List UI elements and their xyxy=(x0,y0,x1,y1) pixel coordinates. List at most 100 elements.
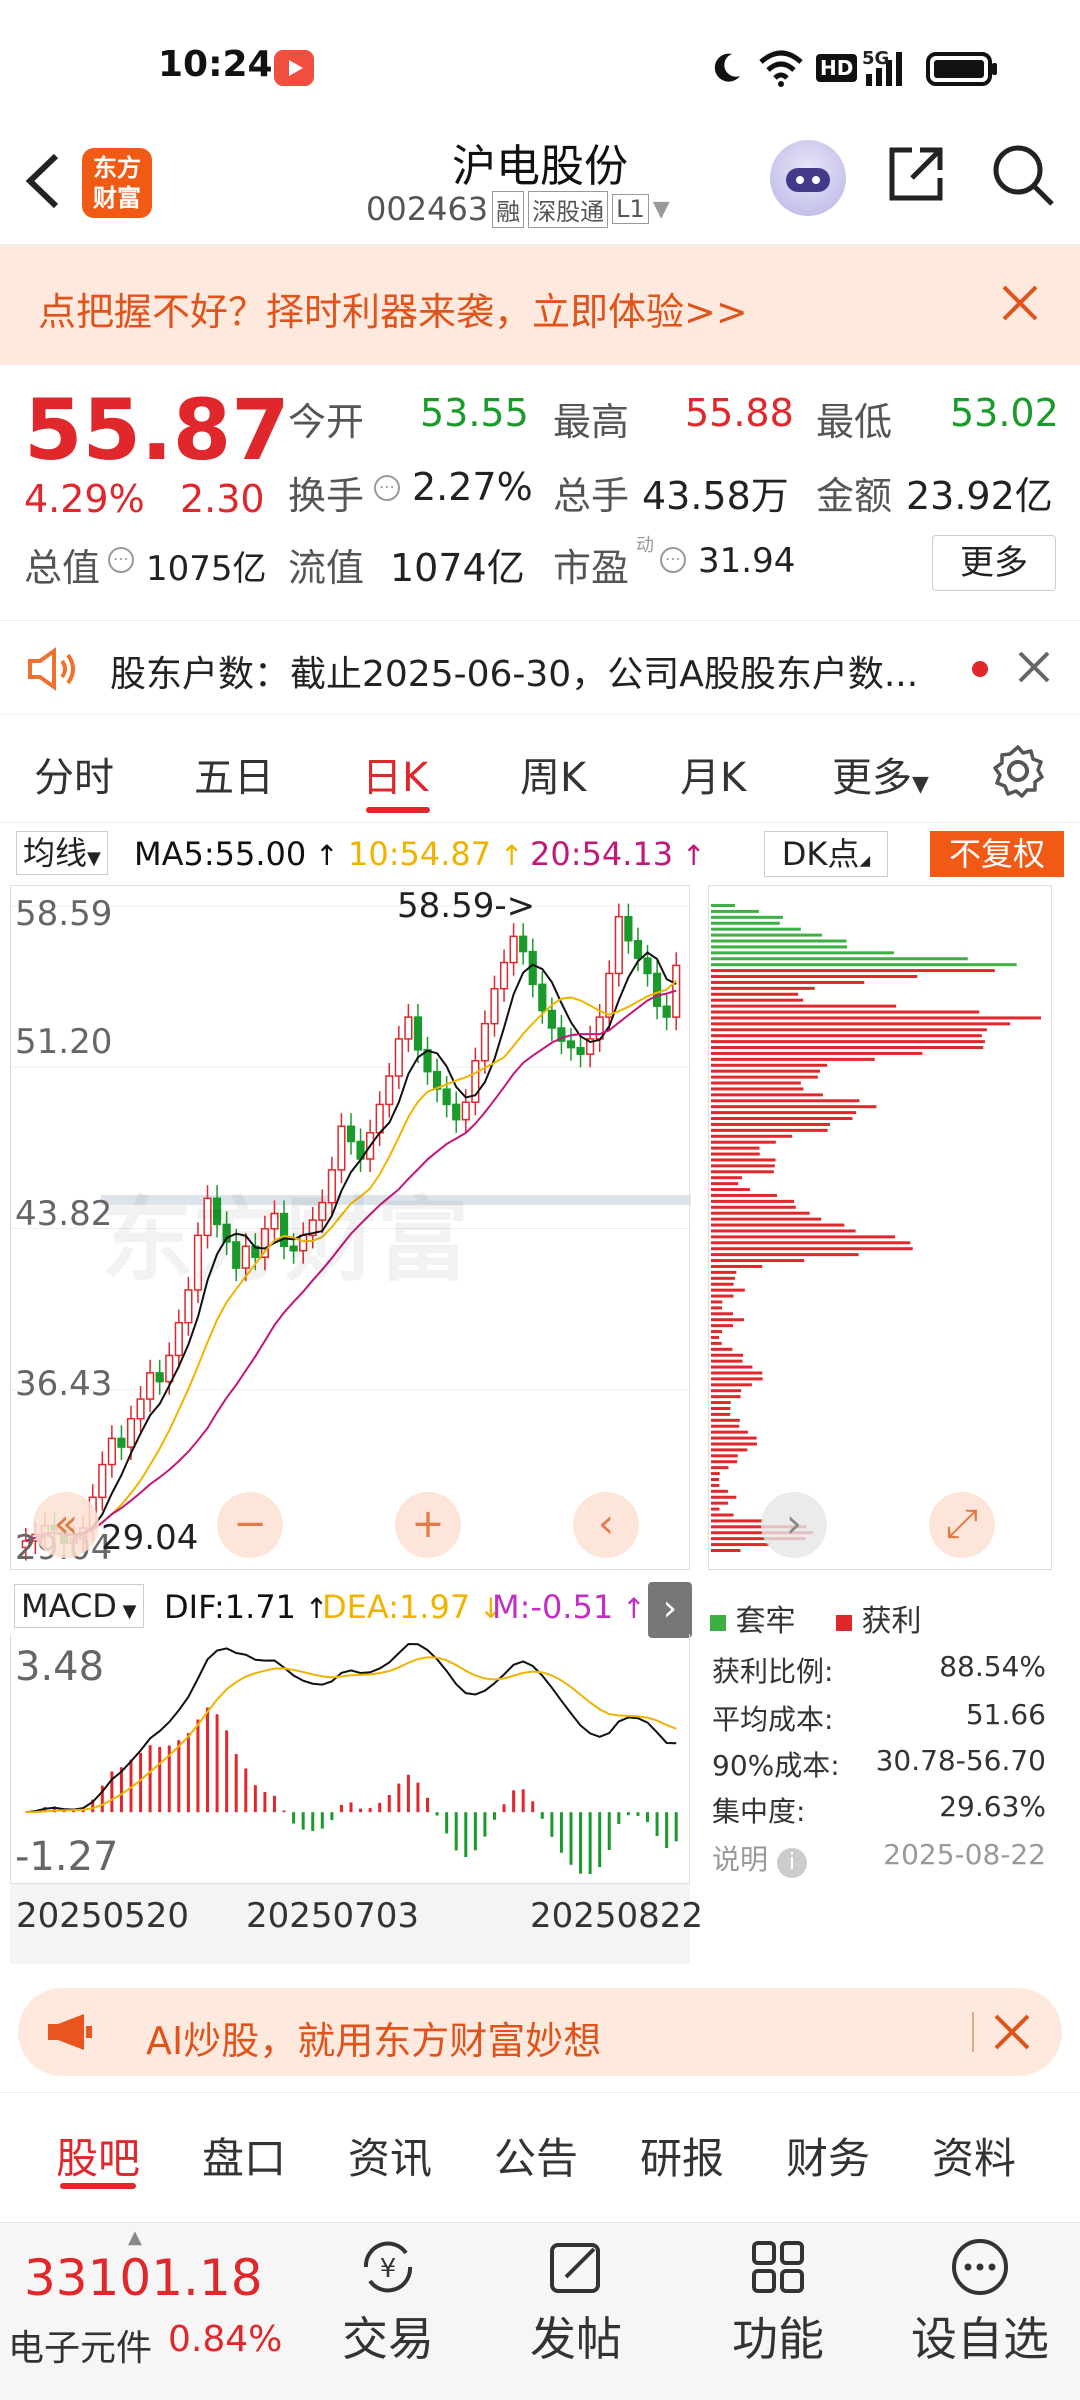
info-dots-icon[interactable]: ⋯ xyxy=(108,547,134,573)
chip-label: 90%成本: xyxy=(712,1749,840,1782)
chip-bar xyxy=(711,1205,796,1209)
subtab-profile[interactable]: 资料 xyxy=(932,2125,1016,2186)
chip-bar xyxy=(711,1217,822,1221)
eastmoney-logo[interactable]: 东方 财富 xyxy=(82,148,152,218)
explain-link[interactable]: 说明 i xyxy=(712,1838,807,1878)
subtab-announcements[interactable]: 公告 xyxy=(494,2125,578,2186)
subtab-research[interactable]: 研报 xyxy=(640,2125,724,2186)
y-tick: 51.20 xyxy=(15,1022,113,1062)
tab-more[interactable]: 更多▼ xyxy=(832,745,929,803)
ai-promo-bar[interactable]: AI炒股，就用东方财富妙想 xyxy=(18,1988,1062,2076)
ai-robot-icon[interactable] xyxy=(770,140,846,216)
info-dots-icon[interactable]: ⋯ xyxy=(374,475,400,501)
close-icon[interactable] xyxy=(998,281,1042,329)
candle-body xyxy=(461,1101,470,1121)
chip-bar xyxy=(711,1454,738,1458)
tab-five-day[interactable]: 五日 xyxy=(194,745,274,803)
chip-next-icon[interactable]: › xyxy=(761,1492,827,1558)
chip-bar xyxy=(711,1075,818,1079)
no-adjust-button[interactable]: 不复权 xyxy=(930,831,1064,877)
chip-distribution[interactable]: › ⤢ xyxy=(708,885,1052,1570)
macd-y-tick: -1.27 xyxy=(15,1834,119,1880)
chip-bar xyxy=(711,1040,985,1044)
more-quote-button[interactable]: 更多 xyxy=(932,535,1056,591)
subtab-finance[interactable]: 财务 xyxy=(786,2125,870,2186)
chip-bar xyxy=(711,1418,740,1422)
scroll-left-fast-icon[interactable]: « xyxy=(33,1492,99,1558)
candle-body xyxy=(652,972,662,1007)
close-icon[interactable] xyxy=(992,2012,1032,2056)
info-dots-icon[interactable]: ⋯ xyxy=(660,547,686,573)
indicator-selector[interactable]: MACD ▼ xyxy=(14,1584,144,1628)
chip-bar xyxy=(711,1306,722,1310)
kline-chart[interactable]: 东方财富 58.59 51.20 43.82 36.43 29.04 58.59… xyxy=(10,885,691,1570)
chip-bar xyxy=(711,1282,734,1286)
candle-body xyxy=(136,1398,145,1420)
expand-panel-icon[interactable]: › xyxy=(648,1582,692,1638)
candle-body xyxy=(519,935,528,953)
post-button[interactable]: 发帖 xyxy=(516,2235,636,2369)
candle-body xyxy=(165,1354,174,1383)
chip-bar xyxy=(711,1371,763,1375)
grid-icon xyxy=(752,2241,804,2293)
chip-label: 获利比例: xyxy=(712,1655,834,1688)
ai-promo-text: AI炒股，就用东方财富妙想 xyxy=(146,2019,602,2063)
candle-body xyxy=(624,915,633,942)
stock-code-row[interactable]: 002463 融 深股通 L1 ▼ xyxy=(366,190,670,228)
chip-bar xyxy=(711,915,783,919)
pe-type: 动 xyxy=(636,535,654,556)
chip-bar xyxy=(711,986,815,990)
chip-bar xyxy=(711,1016,1041,1020)
chip-bar xyxy=(711,1253,859,1257)
back-icon[interactable] xyxy=(22,148,62,218)
amount-label: 金额 xyxy=(816,474,893,518)
chip-bar xyxy=(711,1288,745,1292)
candle-body xyxy=(155,1372,164,1383)
dk-point-button[interactable]: DK点◢ xyxy=(764,831,888,877)
add-watchlist-button[interactable]: 设自选 xyxy=(900,2235,1060,2369)
close-icon[interactable] xyxy=(1016,649,1052,689)
tab-daily-k[interactable]: 日K xyxy=(362,745,428,803)
trade-button[interactable]: ¥ 交易 xyxy=(328,2235,448,2369)
chip-bar xyxy=(711,1460,738,1464)
chip-bar xyxy=(711,1034,982,1038)
subtab-news[interactable]: 资讯 xyxy=(348,2125,432,2186)
tab-intraday[interactable]: 分时 xyxy=(34,745,114,803)
chip-bar xyxy=(711,1223,845,1227)
chip-bar xyxy=(711,1424,740,1428)
ma10-readout: 10:54.87 ↑ xyxy=(348,835,524,873)
chip-bar xyxy=(711,945,848,949)
hd-icon: HD xyxy=(816,54,858,82)
info-icon: i xyxy=(776,1848,807,1878)
sector-name[interactable]: 电子元件 xyxy=(8,2319,152,2371)
chip-bar xyxy=(711,1519,763,1523)
mcap-label: 总值 xyxy=(24,546,101,590)
chip-bar xyxy=(711,1501,728,1505)
promo-banner[interactable]: 点把握不好？择时利器来袭，立即体验>> xyxy=(0,245,1080,365)
macd-chart[interactable]: 3.48 -1.27 xyxy=(10,1634,690,1884)
index-value[interactable]: 33101.18 xyxy=(24,2249,263,2307)
shareholder-notice[interactable]: 股东户数：截止2025-06-30，公司A股股东户数... xyxy=(0,620,1080,715)
expand-icon[interactable]: ⤢ xyxy=(929,1492,995,1558)
pe-label: 市盈 xyxy=(553,546,630,590)
candle-body xyxy=(633,939,643,959)
ma-selector[interactable]: 均线▼ xyxy=(16,831,108,875)
zoom-out-icon[interactable]: − xyxy=(217,1492,283,1558)
scroll-left-icon[interactable]: ‹ xyxy=(573,1492,639,1558)
zoom-in-icon[interactable]: + xyxy=(395,1492,461,1558)
period-tabs: 分时 五日 日K 周K 月K 更多▼ xyxy=(0,715,1080,823)
settings-gear-icon[interactable] xyxy=(990,743,1046,803)
chip-label: 集中度: xyxy=(712,1795,806,1828)
tab-weekly-k[interactable]: 周K xyxy=(520,745,586,803)
chip-bar xyxy=(711,1105,877,1109)
low-value: 53.02 xyxy=(950,391,1059,435)
subtab-forum[interactable]: 股吧 xyxy=(56,2125,140,2186)
search-icon[interactable] xyxy=(990,142,1056,212)
tab-monthly-k[interactable]: 月K xyxy=(680,745,746,803)
functions-button[interactable]: 功能 xyxy=(718,2235,838,2369)
subtab-orderbook[interactable]: 盘口 xyxy=(202,2125,286,2186)
speaker-icon xyxy=(26,645,82,697)
share-icon[interactable] xyxy=(884,142,948,210)
chip-bar xyxy=(711,1046,984,1050)
sector-pct: 0.84% xyxy=(168,2319,283,2360)
